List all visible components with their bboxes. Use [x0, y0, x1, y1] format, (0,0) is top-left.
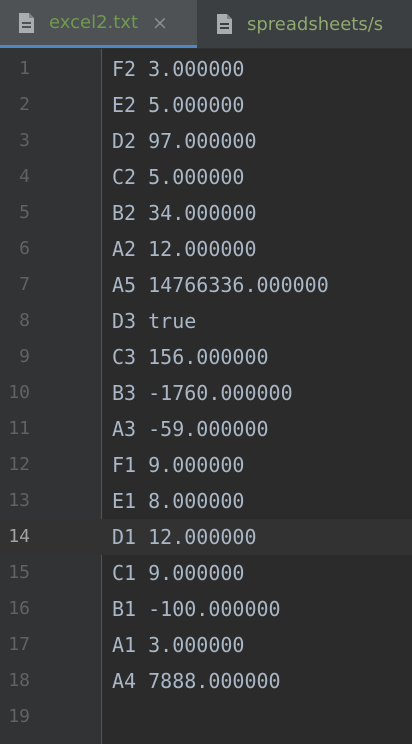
line-text: B1 -100.000000 — [112, 597, 281, 621]
line-number: 4 — [19, 166, 30, 187]
line-number: 15 — [8, 562, 30, 583]
line-number: 5 — [19, 202, 30, 223]
tab-excel2-txt[interactable]: excel2.txt × — [0, 0, 197, 48]
code-line[interactable]: 11 A3 -59.000000 — [0, 411, 412, 447]
editor-lines: 1 F2 3.000000 2 E2 5.000000 3 D2 97.000000 4 C2… — [0, 51, 412, 735]
code-line[interactable]: 1 F2 3.000000 — [0, 51, 412, 87]
line-text: E2 5.000000 — [112, 93, 245, 117]
code-line[interactable]: 19 — [0, 699, 412, 735]
code-line[interactable]: 16 B1 -100.000000 — [0, 591, 412, 627]
line-number: 7 — [19, 274, 30, 295]
tab-label: excel2.txt — [49, 12, 139, 33]
line-number: 13 — [8, 490, 30, 511]
line-text: C1 9.000000 — [112, 561, 245, 585]
editor-window: excel2.txt × spreadsheets/s 1 F2 3.000000… — [0, 0, 412, 744]
line-number: 2 — [19, 94, 30, 115]
line-text: D1 12.000000 — [112, 525, 257, 549]
line-number: 1 — [19, 58, 30, 79]
line-text: F1 9.000000 — [112, 453, 245, 477]
line-number: 17 — [8, 634, 30, 655]
code-line[interactable]: 18 A4 7888.000000 — [0, 663, 412, 699]
code-line[interactable]: 9 C3 156.000000 — [0, 339, 412, 375]
line-text: D3 true — [112, 309, 197, 333]
line-text: E1 8.000000 — [112, 489, 245, 513]
code-line[interactable]: 7 A5 14766336.000000 — [0, 267, 412, 303]
line-text: D2 97.000000 — [112, 129, 257, 153]
line-text: B2 34.000000 — [112, 201, 257, 225]
line-number: 14 — [8, 526, 30, 547]
line-number: 8 — [19, 310, 30, 331]
code-line[interactable]: 17 A1 3.000000 — [0, 627, 412, 663]
line-number: 9 — [19, 346, 30, 367]
close-tab-icon[interactable]: × — [152, 12, 168, 34]
line-text: F2 3.000000 — [112, 57, 245, 81]
line-text: A1 3.000000 — [112, 633, 245, 657]
code-line[interactable]: 10 B3 -1760.000000 — [0, 375, 412, 411]
code-editor[interactable]: 1 F2 3.000000 2 E2 5.000000 3 D2 97.000000 4 C2… — [0, 49, 412, 744]
code-line[interactable]: 3 D2 97.000000 — [0, 123, 412, 159]
line-number: 18 — [8, 670, 30, 691]
line-text: A5 14766336.000000 — [112, 273, 329, 297]
line-text: C3 156.000000 — [112, 345, 269, 369]
file-text-icon — [217, 14, 232, 34]
line-number: 6 — [19, 238, 30, 259]
code-line[interactable]: 14 D1 12.000000 — [0, 519, 412, 555]
code-line[interactable]: 2 E2 5.000000 — [0, 87, 412, 123]
line-number: 3 — [19, 130, 30, 151]
file-text-icon — [19, 12, 34, 33]
tab-spreadsheets[interactable]: spreadsheets/s — [198, 0, 412, 48]
line-number: 10 — [8, 382, 30, 403]
code-line[interactable]: 15 C1 9.000000 — [0, 555, 412, 591]
line-text: A2 12.000000 — [112, 237, 257, 261]
code-line[interactable]: 6 A2 12.000000 — [0, 231, 412, 267]
line-text: B3 -1760.000000 — [112, 381, 293, 405]
line-number: 11 — [8, 418, 30, 439]
code-line[interactable]: 5 B2 34.000000 — [0, 195, 412, 231]
code-line[interactable]: 8 D3 true — [0, 303, 412, 339]
line-number: 19 — [8, 706, 30, 727]
line-text: C2 5.000000 — [112, 165, 245, 189]
line-number: 12 — [8, 454, 30, 475]
code-line[interactable]: 4 C2 5.000000 — [0, 159, 412, 195]
tab-bar: excel2.txt × spreadsheets/s — [0, 0, 412, 49]
line-text: A4 7888.000000 — [112, 669, 281, 693]
code-line[interactable]: 13 E1 8.000000 — [0, 483, 412, 519]
line-number: 16 — [8, 598, 30, 619]
code-line[interactable]: 12 F1 9.000000 — [0, 447, 412, 483]
tab-label: spreadsheets/s — [247, 13, 384, 35]
line-text: A3 -59.000000 — [112, 417, 269, 441]
